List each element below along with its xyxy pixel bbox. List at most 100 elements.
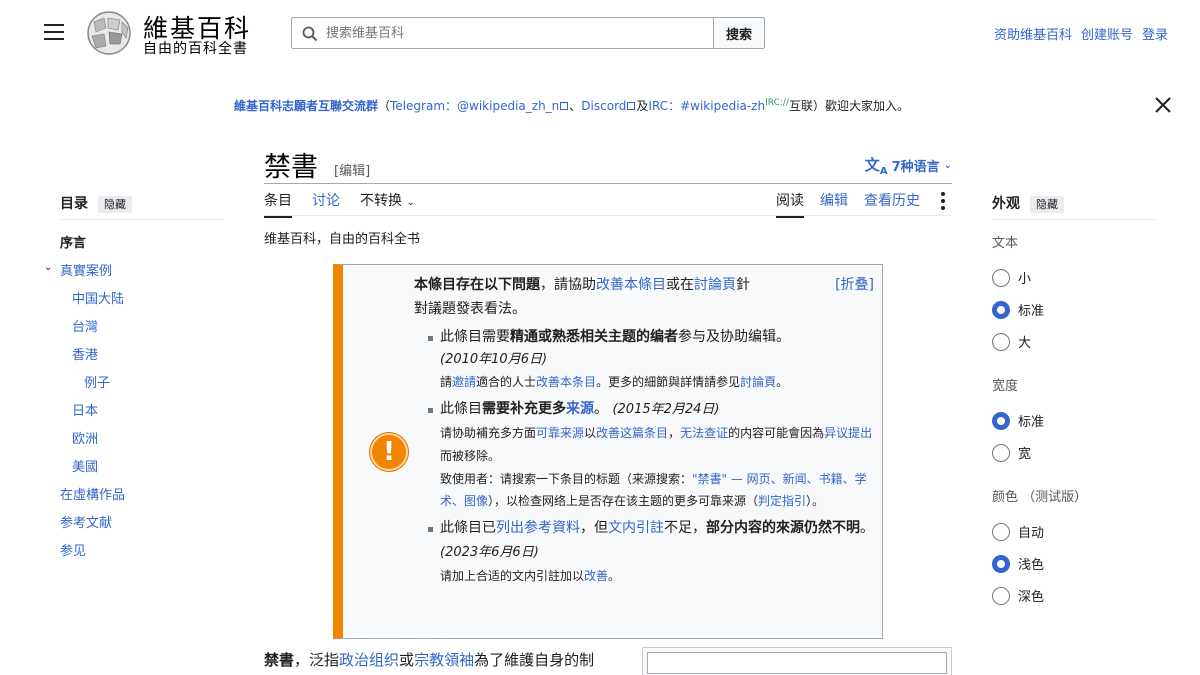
discord-link[interactable]: Discord bbox=[581, 99, 626, 113]
color-dark[interactable]: 深色 bbox=[992, 586, 1044, 605]
issue2-note: 请协助補充多方面可靠来源以改善这篇条目，无法查证的内容可能會因為异议提出而被移除… bbox=[440, 422, 874, 468]
tab-edit[interactable]: 编辑 bbox=[820, 190, 848, 218]
multiple-issues-notice: ! 本條目存在以下問題，請協助改善本條目或在討論頁針 [折叠] 對議題發表看法。… bbox=[333, 264, 883, 639]
toc-item-cases[interactable]: 真實案例 bbox=[60, 260, 112, 279]
tab-article[interactable]: 条目 bbox=[264, 190, 292, 218]
text-size-small[interactable]: 小 bbox=[992, 268, 1031, 287]
issue-expert: 此條目需要精通或熟悉相关主题的编者参与及协助编辑。 (2010年10月6日) 請… bbox=[426, 326, 874, 395]
n: 。更多的細節與詳情請参见 bbox=[596, 375, 741, 390]
n: ，但 bbox=[580, 520, 608, 537]
toc-item-references[interactable]: 参考文献 bbox=[60, 512, 112, 531]
invite-link[interactable]: 邀請 bbox=[452, 375, 476, 389]
improve-link[interactable]: 改善本条目 bbox=[536, 375, 596, 389]
infobox-image-frame bbox=[642, 647, 952, 675]
reliable-sources-link[interactable]: 可靠来源 bbox=[536, 426, 584, 440]
radio-button[interactable] bbox=[992, 586, 1010, 605]
create-account-link[interactable]: 创建账号 bbox=[1081, 24, 1133, 43]
radio-label: 小 bbox=[1018, 272, 1032, 287]
toc-divider bbox=[60, 219, 224, 220]
tab-talk[interactable]: 讨论 bbox=[312, 190, 340, 218]
toc-hide-button[interactable]: 隐藏 bbox=[98, 196, 132, 213]
toc-item-usa[interactable]: 美國 bbox=[72, 456, 98, 475]
width-standard[interactable]: 标准 bbox=[992, 411, 1044, 430]
group-link[interactable]: 維基百科志願者互聯交流群 bbox=[234, 99, 378, 113]
and-text: 及 bbox=[636, 99, 649, 113]
radio-button[interactable] bbox=[992, 268, 1010, 287]
toc-item-fiction[interactable]: 在虛構作品 bbox=[60, 484, 125, 503]
search-button[interactable]: 搜索 bbox=[713, 17, 765, 49]
toc-item-intro[interactable]: 序言 bbox=[60, 232, 86, 251]
search-input[interactable] bbox=[326, 18, 706, 48]
radio-label: 深色 bbox=[1018, 590, 1045, 605]
chevron-down-icon: ⌄ bbox=[406, 197, 415, 208]
radio-button-selected[interactable] bbox=[992, 300, 1010, 319]
improve-citations-link[interactable]: 改善 bbox=[584, 569, 608, 583]
n: 。 bbox=[860, 520, 874, 537]
talk-page-link[interactable]: 討論頁 bbox=[694, 277, 736, 293]
language-button[interactable]: 文A 7种语言 ⌄ bbox=[865, 154, 952, 177]
irc-link[interactable]: #wikipedia-zh bbox=[680, 99, 765, 113]
telegram-link[interactable]: @wikipedia_zh_n bbox=[457, 99, 559, 113]
wikipedia-globe-logo[interactable] bbox=[84, 10, 134, 56]
banner-tail: 互联）歡迎大家加入。 bbox=[788, 99, 909, 113]
main-menu-icon[interactable] bbox=[44, 24, 64, 42]
text-size-large[interactable]: 大 bbox=[992, 332, 1031, 351]
radio-button[interactable] bbox=[992, 443, 1010, 462]
issue1-note: 請邀請適合的人士改善本条目。更多的細節與詳情請参见討論頁。 bbox=[440, 371, 874, 394]
improve-entry-link[interactable]: 改善这篇条目 bbox=[596, 426, 668, 440]
n: 為了維護自身的制 bbox=[474, 651, 595, 669]
toc-header: 目录 隐藏 bbox=[60, 193, 132, 213]
chevron-down-icon[interactable]: ⌄ bbox=[44, 262, 52, 273]
n: 以 bbox=[584, 426, 597, 441]
radio-button-selected[interactable] bbox=[992, 411, 1010, 430]
toc-item-japan[interactable]: 日本 bbox=[72, 400, 98, 419]
irc-label[interactable]: IRC： bbox=[648, 99, 680, 113]
talk-link[interactable]: 討論頁 bbox=[740, 375, 776, 389]
irc-sup: IRC:// bbox=[765, 98, 789, 108]
references-link[interactable]: 列出参考資料 bbox=[496, 520, 580, 536]
radio-button[interactable] bbox=[992, 332, 1010, 351]
toc-item-seealso[interactable]: 参见 bbox=[60, 540, 86, 559]
toc-item-examples[interactable]: 例子 bbox=[84, 372, 110, 391]
site-notice-banner: 維基百科志願者互聯交流群（Telegram：@wikipedia_zh_n 、Di… bbox=[234, 97, 909, 114]
issue2-bold: 需要补充更多 bbox=[482, 401, 566, 418]
tab-read[interactable]: 阅读 bbox=[776, 190, 804, 218]
toc-item-europe[interactable]: 欧洲 bbox=[72, 428, 98, 447]
radio-button-selected[interactable] bbox=[992, 554, 1010, 573]
close-icon[interactable] bbox=[1154, 96, 1172, 114]
n: 而被移除。 bbox=[440, 448, 501, 463]
improve-article-link[interactable]: 改善本條目 bbox=[596, 277, 666, 293]
collapse-link[interactable]: [折叠] bbox=[835, 274, 874, 298]
telegram-label[interactable]: Telegram： bbox=[390, 99, 457, 113]
toc-item-hongkong[interactable]: 香港 bbox=[72, 344, 98, 363]
color-light[interactable]: 浅色 bbox=[992, 554, 1044, 573]
radio-label: 大 bbox=[1018, 336, 1032, 351]
inline-citation-link[interactable]: 文内引註 bbox=[608, 520, 664, 536]
appearance-hide-button[interactable]: 隐藏 bbox=[1030, 196, 1064, 213]
tab-history[interactable]: 查看历史 bbox=[864, 190, 920, 218]
more-tools-icon[interactable] bbox=[941, 192, 945, 210]
appearance-title: 外观 bbox=[992, 196, 1020, 212]
religious-leader-link[interactable]: 宗教領袖 bbox=[414, 651, 474, 669]
sources-link[interactable]: 来源 bbox=[566, 401, 594, 417]
radio-button[interactable] bbox=[992, 522, 1010, 541]
width-wide[interactable]: 宽 bbox=[992, 443, 1031, 462]
guideline-link[interactable]: 判定指引 bbox=[758, 494, 806, 508]
edit-title-link[interactable]: [编辑] bbox=[334, 160, 370, 179]
challenge-link[interactable]: 异议提出 bbox=[824, 426, 872, 440]
tab-variant[interactable]: 不转换 ⌄ bbox=[360, 190, 415, 218]
chevron-down-icon: ⌄ bbox=[943, 160, 952, 171]
color-auto[interactable]: 自动 bbox=[992, 522, 1044, 541]
donate-link[interactable]: 资助维基百科 bbox=[994, 24, 1072, 43]
political-org-link[interactable]: 政治组织 bbox=[339, 651, 399, 669]
login-link[interactable]: 登录 bbox=[1142, 24, 1168, 43]
radio-label: 浅色 bbox=[1018, 558, 1045, 573]
view-tabs: 阅读 编辑 查看历史 bbox=[776, 190, 920, 218]
broken-image-icon[interactable] bbox=[647, 652, 947, 674]
appearance-divider bbox=[992, 219, 1156, 220]
toc-item-china[interactable]: 中国大陆 bbox=[72, 288, 124, 307]
verify-link[interactable]: 无法查证 bbox=[680, 426, 728, 440]
language-count: 7种语言 bbox=[891, 160, 940, 175]
toc-item-taiwan[interactable]: 台灣 bbox=[72, 316, 98, 335]
text-size-standard[interactable]: 标准 bbox=[992, 300, 1044, 319]
